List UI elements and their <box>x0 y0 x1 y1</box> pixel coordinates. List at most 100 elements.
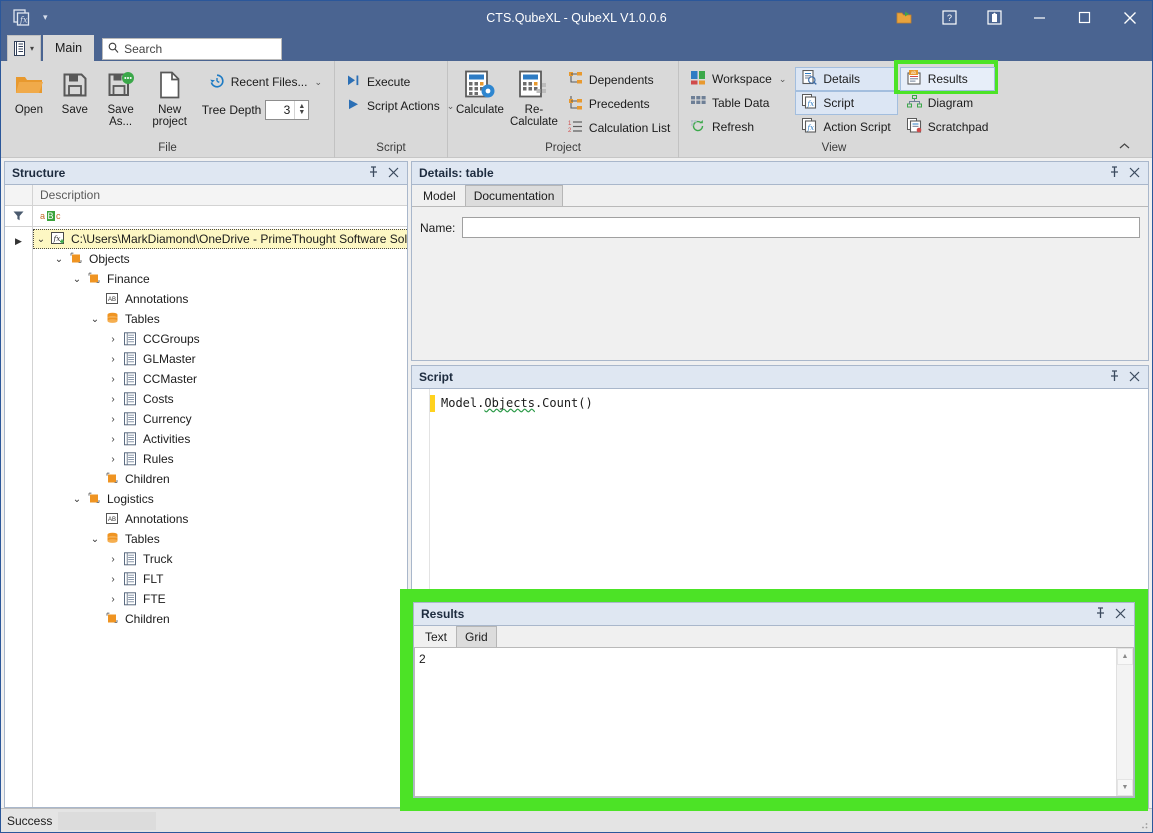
layout-icon[interactable] <box>972 1 1017 34</box>
tree-item-annotations[interactable]: ABAnnotations <box>33 289 407 309</box>
tree-item-currency[interactable]: ›Currency <box>33 409 407 429</box>
tree-item-truck[interactable]: ›Truck <box>33 549 407 569</box>
results-panel-header: Results <box>414 603 1134 625</box>
tree-item-tables[interactable]: ⌄Tables <box>33 529 407 549</box>
tree-item-children[interactable]: Children <box>33 609 407 629</box>
chevron-right-icon[interactable]: › <box>105 354 121 365</box>
tree-item-tables[interactable]: ⌄ Tables <box>33 309 407 329</box>
tree-item-c-users-markdiamond-onedrive-primethough[interactable]: ⌄fxC:\Users\MarkDiamond\OneDrive - Prime… <box>33 229 407 249</box>
formula-window-icon[interactable]: fx <box>11 7 33 29</box>
chevron-right-icon[interactable]: › <box>105 394 121 405</box>
chevron-down-icon[interactable]: ⌄ <box>87 534 103 545</box>
close-button[interactable] <box>1107 1 1152 34</box>
tree-item-rules[interactable]: ›Rules <box>33 449 407 469</box>
pin-icon[interactable] <box>1095 607 1106 621</box>
tree-item-finance[interactable]: ⌄Finance <box>33 269 407 289</box>
tree-column-header: Description <box>5 185 407 206</box>
results-scrollbar[interactable]: ▲ ▼ <box>1116 648 1133 796</box>
minimize-button[interactable] <box>1017 1 1062 34</box>
application-menu-button[interactable]: ▾ <box>7 35 41 61</box>
tree-item-logistics[interactable]: ⌄Logistics <box>33 489 407 509</box>
tree-item-flt[interactable]: ›FLT <box>33 569 407 589</box>
chevron-right-icon[interactable]: › <box>105 374 121 385</box>
chevron-right-icon[interactable]: › <box>105 434 121 445</box>
open-button[interactable]: Open <box>6 65 52 117</box>
tab-documentation[interactable]: Documentation <box>465 185 564 206</box>
refresh-button[interactable]: Refresh <box>684 115 793 139</box>
execute-button[interactable]: Execute <box>340 70 417 94</box>
tab-main[interactable]: Main <box>43 35 94 61</box>
chevron-down-icon[interactable]: ⌄ <box>51 254 67 265</box>
pin-icon[interactable] <box>1109 370 1120 384</box>
tree-item-ccgroups[interactable]: ›CCGroups <box>33 329 407 349</box>
close-icon[interactable] <box>1129 167 1140 180</box>
chevron-down-icon[interactable]: ⌄ <box>779 74 787 85</box>
results-button[interactable]: ab Results <box>900 67 996 91</box>
tree-item-children[interactable]: Children <box>33 469 407 489</box>
chevron-down-icon[interactable]: ⌄ <box>69 494 85 505</box>
tab-model[interactable]: Model <box>414 185 465 206</box>
chevron-right-icon[interactable]: › <box>105 334 121 345</box>
tree-item-fte[interactable]: ›FTE <box>33 589 407 609</box>
tab-grid[interactable]: Grid <box>456 626 497 647</box>
help-icon[interactable]: ? <box>927 1 972 34</box>
chevron-right-icon[interactable]: › <box>105 454 121 465</box>
precedents-button[interactable]: Precedents <box>561 92 677 116</box>
filter-funnel-icon[interactable] <box>5 206 33 226</box>
tree-depth-stepper[interactable]: 3 ▲▼ <box>265 100 309 120</box>
tree-item-annotations[interactable]: ABAnnotations <box>33 509 407 529</box>
chevron-right-icon[interactable]: › <box>105 574 121 585</box>
application-window: fx ▾ CTS.QubeXL - QubeXL V1.0.0.6 ? <box>0 0 1153 833</box>
close-icon[interactable] <box>1129 371 1140 384</box>
new-project-button[interactable]: New project <box>144 65 196 129</box>
chevron-down-icon[interactable]: ⌄ <box>87 314 103 325</box>
tree-item-glmaster[interactable]: ›GLMaster <box>33 349 407 369</box>
recalculate-button[interactable]: Re-Calculate <box>507 65 561 129</box>
open-folder-icon[interactable] <box>882 1 927 34</box>
scroll-up-icon[interactable]: ▲ <box>1117 648 1133 665</box>
chevron-down-icon[interactable]: ⌄ <box>69 274 85 285</box>
details-button[interactable]: Details <box>795 67 897 91</box>
chevron-down-icon[interactable]: ⌄ <box>33 234 49 245</box>
results-output-area[interactable]: 2 ▲ ▼ <box>414 647 1134 797</box>
chevron-right-icon[interactable]: › <box>105 414 121 425</box>
script-actions-button[interactable]: Script Actions ⌄ <box>340 94 461 118</box>
column-header-description[interactable]: Description <box>33 185 100 205</box>
save-button[interactable]: Save <box>52 65 98 117</box>
stepper-arrows-icon[interactable]: ▲▼ <box>294 101 308 119</box>
tree-item-activities[interactable]: ›Activities <box>33 429 407 449</box>
tree-root-expander-icon[interactable]: ▶ <box>5 231 32 251</box>
action-script-button[interactable]: fx Action Script <box>795 115 897 139</box>
calculation-list-button[interactable]: 1 2 Calculation List <box>561 116 677 140</box>
scroll-down-icon[interactable]: ▼ <box>1117 779 1133 796</box>
close-icon[interactable] <box>1115 608 1126 621</box>
quick-access-caret-icon[interactable]: ▾ <box>39 13 52 22</box>
table-data-button[interactable]: Table Data <box>684 91 793 115</box>
diagram-button[interactable]: Diagram <box>900 91 996 115</box>
workspace-button[interactable]: Workspace ⌄ <box>684 67 793 91</box>
resize-grip-icon[interactable] <box>1137 818 1149 830</box>
tree-item-costs[interactable]: ›Costs <box>33 389 407 409</box>
tree-item-label: Tables <box>125 312 160 326</box>
dependents-button[interactable]: Dependents <box>561 68 677 92</box>
chevron-right-icon[interactable]: › <box>105 594 121 605</box>
pin-icon[interactable] <box>368 166 379 180</box>
filter-abc-indicator[interactable]: aBc <box>33 206 61 226</box>
chevron-down-icon[interactable]: ⌄ <box>314 77 322 88</box>
scratchpad-button[interactable]: Scratchpad <box>900 115 996 139</box>
tab-text[interactable]: Text <box>416 626 456 647</box>
save-as-button[interactable]: Save As... <box>98 65 144 129</box>
calculate-button[interactable]: Calculate <box>453 65 507 117</box>
name-field[interactable] <box>462 217 1140 238</box>
pin-icon[interactable] <box>1109 166 1120 180</box>
tree-item-ccmaster[interactable]: ›CCMaster <box>33 369 407 389</box>
diagram-label: Diagram <box>928 96 973 110</box>
chevron-right-icon[interactable]: › <box>105 554 121 565</box>
tree-item-objects[interactable]: ⌄Objects <box>33 249 407 269</box>
maximize-button[interactable] <box>1062 1 1107 34</box>
chevron-up-icon[interactable] <box>1116 138 1132 154</box>
script-button[interactable]: fx Script <box>795 91 897 115</box>
search-input[interactable]: Search <box>102 38 282 60</box>
recent-files-button[interactable]: Recent Files... ⌄ <box>202 70 329 94</box>
close-icon[interactable] <box>388 167 399 180</box>
